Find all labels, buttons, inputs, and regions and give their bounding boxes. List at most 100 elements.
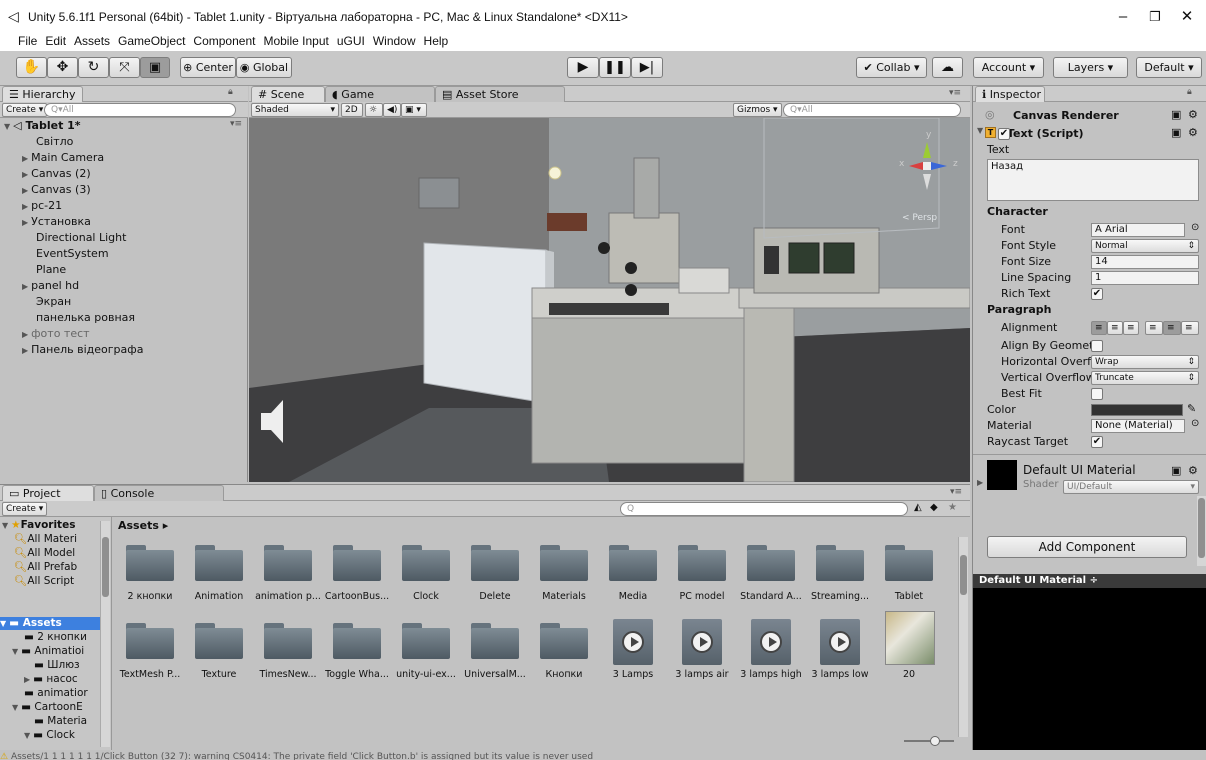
gear-icon[interactable]: ⚙ (1188, 464, 1198, 477)
asset-label[interactable]: Clock (392, 591, 460, 602)
line-spacing-field[interactable]: 1 (1091, 271, 1199, 285)
hierarchy-search[interactable]: Q▾All (44, 103, 236, 117)
scene-viewport[interactable] (249, 118, 970, 482)
object-picker-icon[interactable]: ⊙ (1191, 418, 1199, 429)
tab-hierarchy[interactable]: ☰ Hierarchy (2, 86, 83, 102)
grid-scrollbar[interactable] (958, 537, 968, 737)
folder-icon[interactable] (747, 545, 795, 581)
persp-label[interactable]: < Persp (902, 213, 937, 223)
tab-asset-store[interactable]: ▤ Asset Store (435, 86, 565, 102)
best-fit-checkbox[interactable] (1091, 388, 1103, 400)
material-preview-header[interactable]: Default UI Material ÷ (973, 574, 1206, 588)
align-bottom-icon[interactable]: ≡ (1181, 321, 1199, 335)
asset-label[interactable]: 3 Lamps (599, 669, 667, 680)
favorite-item[interactable]: 🔍︎All Prefab (14, 561, 77, 574)
hier-item[interactable]: Plane (36, 262, 66, 277)
asset-label[interactable]: Standard A... (737, 591, 805, 602)
rotate-tool-icon[interactable]: ↻ (78, 57, 109, 78)
shader-dropdown[interactable]: UI/Default ▾ (1063, 480, 1199, 494)
tree-folder[interactable]: ▼ ▬ CartoonE (12, 701, 83, 714)
gear-icon[interactable]: ⚙ (1188, 108, 1198, 121)
lock-icon[interactable]: 🔒︎ (1187, 87, 1192, 97)
font-size-field[interactable]: 14 (1091, 255, 1199, 269)
shading-dropdown[interactable]: Shaded ▾ (251, 103, 339, 117)
hier-item[interactable]: ▶ Canvas (3) (22, 182, 91, 197)
folder-icon[interactable] (264, 623, 312, 659)
layers-dropdown[interactable]: Layers ▾ (1053, 57, 1128, 78)
asset-label[interactable]: Кнопки (530, 669, 598, 680)
asset-label[interactable]: animation p... (254, 591, 322, 602)
align-right-icon[interactable]: ≡ (1123, 321, 1139, 335)
asset-label[interactable]: Texture (185, 669, 253, 680)
move-tool-icon[interactable]: ✥ (47, 57, 78, 78)
hier-item[interactable]: Світло (36, 134, 73, 149)
space-global-button[interactable]: ◉ Global (236, 57, 292, 78)
folder-icon[interactable] (126, 623, 174, 659)
hier-item[interactable]: ▶ Main Camera (22, 150, 104, 165)
folder-icon[interactable] (609, 545, 657, 581)
folder-icon[interactable] (195, 623, 243, 659)
favorites-node[interactable]: ▼ ★Favorites (2, 519, 75, 532)
tree-folder[interactable]: ▬ 2 кнопки (24, 631, 87, 644)
lock-icon[interactable]: 🔒︎ (228, 87, 233, 97)
help-icon[interactable]: ▣ (1171, 126, 1181, 139)
gear-icon[interactable]: ⚙ (1188, 126, 1198, 139)
scene-root[interactable]: ▼ ◁ Tablet 1* (4, 118, 81, 133)
folder-icon[interactable] (264, 545, 312, 581)
effects-icon[interactable]: ▣ ▾ (401, 103, 427, 117)
favorite-item[interactable]: 🔍︎All Materi (14, 533, 77, 546)
folder-icon[interactable] (678, 545, 726, 581)
asset-label[interactable]: 3 lamps air (668, 669, 736, 680)
inspector-scrollbar[interactable] (1197, 496, 1206, 566)
audio-clip-icon[interactable] (820, 619, 860, 665)
menu-help[interactable]: Help (420, 34, 453, 49)
menu-file[interactable]: File (14, 34, 41, 49)
project-search[interactable]: Q (620, 502, 908, 516)
menu-mobile-input[interactable]: Mobile Input (259, 34, 332, 49)
add-component-button[interactable]: Add Component (987, 536, 1187, 558)
account-dropdown[interactable]: Account ▾ (973, 57, 1044, 78)
folder-icon[interactable] (333, 545, 381, 581)
scene-search[interactable]: Q▾All (783, 103, 961, 117)
close-button[interactable]: ✕ (1172, 6, 1202, 28)
pivot-center-button[interactable]: ⊕ Center (180, 57, 236, 78)
help-icon[interactable]: ▣ (1171, 108, 1181, 121)
tree-folder[interactable]: ▬ Шлюз (34, 659, 80, 672)
asset-label[interactable]: 3 lamps low (806, 669, 874, 680)
slider-handle[interactable] (930, 736, 940, 746)
audio-icon[interactable]: ◀) (383, 103, 401, 117)
folder-icon[interactable] (471, 623, 519, 659)
options-icon[interactable]: ▾≡ (950, 487, 962, 497)
collab-button[interactable]: ✔ Collab ▾ (856, 57, 927, 78)
align-center-icon[interactable]: ≡ (1107, 321, 1123, 335)
menu-edit[interactable]: Edit (41, 34, 70, 49)
audio-clip-icon[interactable] (613, 619, 653, 665)
asset-label[interactable]: TimesNew... (254, 669, 322, 680)
hier-item[interactable]: ▶ Панель відеографа (22, 342, 143, 357)
breadcrumb[interactable]: Assets ▸ (118, 519, 168, 532)
tab-project[interactable]: ▭ Project (2, 485, 94, 501)
folder-icon[interactable] (471, 545, 519, 581)
folder-icon[interactable] (816, 545, 864, 581)
collapse-icon[interactable]: ▼ (977, 126, 983, 135)
folder-icon[interactable] (402, 545, 450, 581)
asset-label[interactable]: 3 lamps high (737, 669, 805, 680)
pause-button[interactable]: ❚❚ (599, 57, 631, 78)
hier-item[interactable]: Экран (36, 294, 71, 309)
align-middle-icon[interactable]: ≡ (1163, 321, 1181, 335)
status-bar[interactable]: ⚠ Assets/1 1 1 1 1 1 1/Click Button (32 … (0, 750, 1206, 760)
tree-folder[interactable]: ▬ animatior (24, 687, 88, 700)
favorite-star-icon[interactable]: ★ (948, 502, 957, 513)
scale-tool-icon[interactable]: ⤧ (109, 57, 140, 78)
hand-tool-icon[interactable]: ✋ (16, 57, 47, 78)
tree-folder[interactable]: ▼ ▬ Clock (24, 729, 75, 742)
minimize-button[interactable]: – (1108, 6, 1138, 28)
hier-item[interactable]: ▶ Canvas (2) (22, 166, 91, 181)
material-preview[interactable] (973, 588, 1206, 750)
asset-label[interactable]: Media (599, 591, 667, 602)
asset-label[interactable]: 20 (875, 669, 943, 680)
cloud-icon[interactable]: ☁ (932, 57, 963, 78)
favorite-item[interactable]: 🔍︎All Model (14, 547, 75, 560)
lighting-icon[interactable]: ☼ (365, 103, 383, 117)
rich-text-checkbox[interactable]: ✔ (1091, 288, 1103, 300)
